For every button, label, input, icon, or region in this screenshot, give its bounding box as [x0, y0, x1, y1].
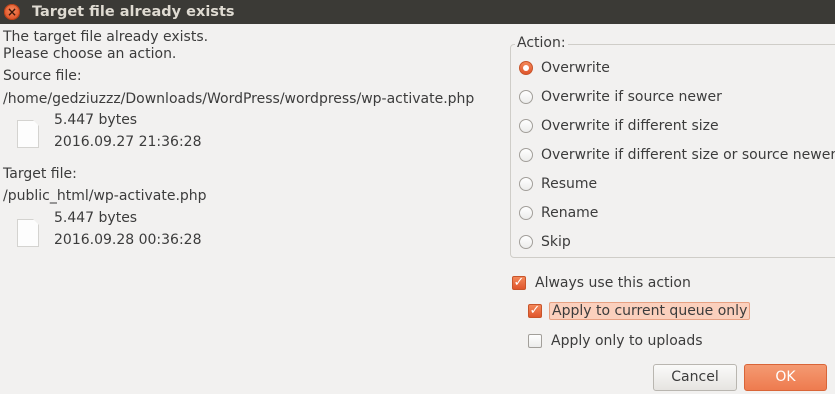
radio-overwrite-if-different-size[interactable]: Overwrite if different size: [519, 116, 719, 136]
checkbox-label: Apply to current queue only: [549, 302, 751, 320]
source-file-size: 5.447 bytes: [54, 112, 138, 128]
window-title: Target file already exists: [32, 4, 235, 20]
checkmark-icon[interactable]: ✓: [512, 276, 526, 290]
action-group-legend: Action:: [515, 35, 568, 51]
close-icon[interactable]: ×: [4, 4, 20, 20]
radio-label: Resume: [541, 176, 598, 192]
radio-resume[interactable]: Resume: [519, 174, 597, 194]
radio-label: Overwrite if different size: [541, 118, 719, 134]
radio-label: Overwrite if different size or source ne…: [541, 147, 835, 163]
source-file-path: /home/gedziuzzz/Downloads/WordPress/word…: [3, 91, 475, 107]
checkmark-icon[interactable]: ✓: [528, 304, 542, 318]
target-file-icon: [17, 219, 39, 247]
target-file-date: 2016.09.28 00:36:28: [54, 232, 202, 248]
radio-skip[interactable]: Skip: [519, 232, 571, 252]
source-file-icon: [17, 120, 39, 148]
radio-overwrite-if-different-size-or-newer[interactable]: Overwrite if different size or source ne…: [519, 145, 835, 165]
radio-button[interactable]: [519, 177, 533, 191]
cancel-button[interactable]: Cancel: [653, 364, 737, 391]
radio-overwrite[interactable]: Overwrite: [519, 58, 610, 78]
ok-button[interactable]: OK: [744, 364, 827, 391]
target-file-size: 5.447 bytes: [54, 210, 138, 226]
message-line-2: Please choose an action.: [3, 46, 177, 62]
target-file-path: /public_html/wp-activate.php: [3, 188, 207, 204]
radio-button[interactable]: [519, 90, 533, 104]
radio-button[interactable]: [519, 61, 533, 75]
radio-label: Overwrite if source newer: [541, 89, 722, 105]
radio-button[interactable]: [519, 206, 533, 220]
message-line-1: The target file already exists.: [3, 29, 209, 45]
radio-label: Skip: [541, 234, 571, 250]
radio-label: Overwrite: [541, 60, 610, 76]
radio-button[interactable]: [519, 235, 533, 249]
radio-overwrite-if-newer[interactable]: Overwrite if source newer: [519, 87, 722, 107]
always-use-action-checkbox[interactable]: ✓ Always use this action: [512, 273, 693, 293]
radio-button[interactable]: [519, 148, 533, 162]
source-file-date: 2016.09.27 21:36:28: [54, 134, 202, 150]
checkbox-label: Always use this action: [535, 275, 691, 291]
radio-label: Rename: [541, 205, 599, 221]
checkbox-label: Apply only to uploads: [551, 333, 703, 349]
radio-rename[interactable]: Rename: [519, 203, 598, 223]
title-bar: × Target file already exists: [0, 0, 835, 24]
radio-button[interactable]: [519, 119, 533, 133]
apply-current-queue-checkbox[interactable]: ✓ Apply to current queue only: [528, 301, 751, 321]
target-file-label: Target file:: [3, 166, 77, 182]
source-file-label: Source file:: [3, 68, 82, 84]
apply-only-uploads-checkbox[interactable]: Apply only to uploads: [528, 331, 705, 351]
checkbox-box[interactable]: [528, 334, 542, 348]
